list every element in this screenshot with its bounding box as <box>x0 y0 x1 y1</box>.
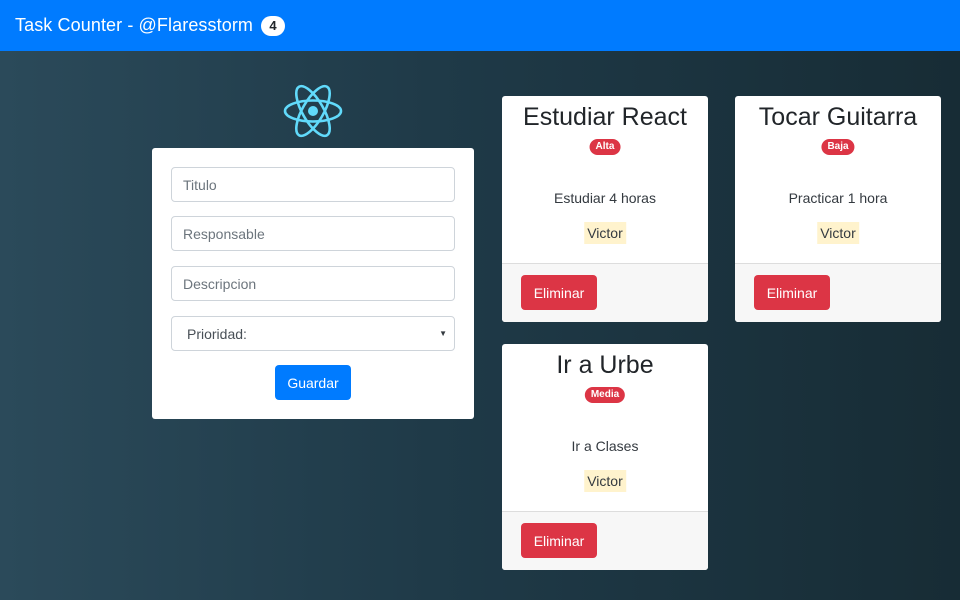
prioridad-select-value: Prioridad: <box>187 325 247 342</box>
task-title: Estudiar React <box>523 103 687 131</box>
caret-down-icon: ▼ <box>439 329 447 338</box>
navbar-brand[interactable]: Task Counter - @Flaresstorm <box>15 15 253 36</box>
task-description: Estudiar 4 horas <box>554 190 656 206</box>
responsable-input[interactable] <box>171 216 455 251</box>
task-count-badge: 4 <box>261 15 286 36</box>
task-title: Ir a Urbe <box>556 351 654 379</box>
titulo-input[interactable] <box>171 167 455 202</box>
navbar: Task Counter - @Flaresstorm 4 <box>0 0 960 51</box>
eliminar-button[interactable]: Eliminar <box>521 275 597 310</box>
priority-badge: Media <box>584 387 626 403</box>
priority-badge: Baja <box>821 139 855 155</box>
task-card: Ir a Urbe Media Ir a Clases Victor Elimi… <box>502 344 708 570</box>
task-responsible: Victor <box>817 222 859 244</box>
task-description: Practicar 1 hora <box>788 190 888 206</box>
descripcion-input[interactable] <box>171 266 455 301</box>
task-card: Tocar Guitarra Baja Practicar 1 hora Vic… <box>735 96 941 322</box>
react-atom-icon <box>282 80 344 142</box>
guardar-button[interactable]: Guardar <box>275 365 351 400</box>
card-footer: Eliminar <box>735 263 941 322</box>
task-responsible: Victor <box>584 470 626 492</box>
priority-badge: Alta <box>589 139 621 155</box>
task-title: Tocar Guitarra <box>758 103 918 131</box>
task-responsible: Victor <box>584 222 626 244</box>
task-card: Estudiar React Alta Estudiar 4 horas Vic… <box>502 96 708 322</box>
prioridad-select[interactable]: Prioridad: ▼ <box>171 316 455 351</box>
task-description: Ir a Clases <box>571 438 639 454</box>
card-footer: Eliminar <box>502 263 708 322</box>
task-form: Prioridad: ▼ Guardar <box>152 148 474 419</box>
eliminar-button[interactable]: Eliminar <box>521 523 597 558</box>
eliminar-button[interactable]: Eliminar <box>754 275 830 310</box>
card-footer: Eliminar <box>502 511 708 570</box>
